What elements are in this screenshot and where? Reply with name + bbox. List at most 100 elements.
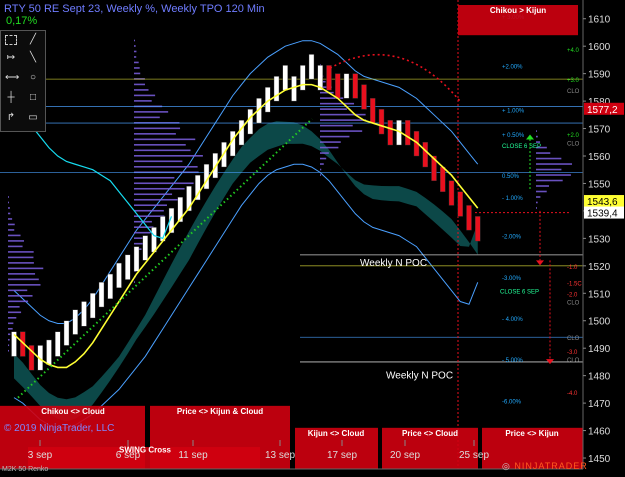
percent-level-label: - 5.00% xyxy=(502,358,523,364)
weekly-poc-label: Weekly N POC xyxy=(360,258,427,269)
weekly-poc-label: Weekly N POC xyxy=(386,370,453,381)
profile-week1-bar xyxy=(8,196,9,198)
x-tick-label: 25 sep xyxy=(459,450,489,461)
profile-week3-bar xyxy=(320,163,324,165)
edge-level-label: -1.5C xyxy=(567,281,582,287)
y-tick-label: 1550 xyxy=(588,179,611,190)
candle-9 xyxy=(90,293,96,319)
profile-week1-bar xyxy=(8,229,15,231)
profile-week2-bar xyxy=(134,204,167,207)
price-tag-label: 1539,4 xyxy=(587,209,618,220)
profile-week4-bar xyxy=(536,179,563,182)
profile-week2-bar xyxy=(134,226,154,228)
candle-11 xyxy=(107,273,113,299)
signal-price-kijun-label: Price <> Kijun xyxy=(505,429,558,438)
edge-level-label: -3.0 xyxy=(567,350,578,356)
y-tick-label: 1590 xyxy=(588,70,611,81)
y-tick-label: 1520 xyxy=(588,262,611,273)
candle-36 xyxy=(326,65,332,91)
arrow-line-icon[interactable]: ↱ xyxy=(5,112,17,124)
profile-week4-bar xyxy=(536,135,538,138)
ellipse-icon[interactable]: ○ xyxy=(27,72,39,84)
candle-52 xyxy=(466,205,472,231)
profile-week1-bar xyxy=(8,245,23,248)
profile-week1-bar xyxy=(8,207,10,209)
profile-week3-bar xyxy=(320,141,341,143)
profile-week2-bar xyxy=(134,61,139,64)
edge-level-label: CLO xyxy=(567,89,580,95)
candle-10 xyxy=(98,282,105,308)
candle-6 xyxy=(63,320,70,346)
profile-week4-bar xyxy=(536,196,541,198)
edge-level-label: CLO xyxy=(567,358,580,364)
candle-42 xyxy=(378,109,385,135)
profile-week3-bar xyxy=(320,130,363,132)
x-tick-label: 11 sep xyxy=(178,450,208,461)
rectangle-icon[interactable]: □ xyxy=(27,92,39,104)
profile-week2-bar xyxy=(134,89,149,91)
down-arrow-icon xyxy=(536,260,544,266)
y-tick-label: 1480 xyxy=(588,372,611,383)
percent-level-label: + 0.50% xyxy=(502,133,525,139)
profile-week4-bar xyxy=(536,185,549,187)
candle-12 xyxy=(116,262,122,288)
candle-41 xyxy=(370,98,376,124)
percent-level-label: 0.50% xyxy=(502,174,520,180)
percent-level-label: + 1.00% xyxy=(502,108,525,114)
profile-week4-bar xyxy=(536,174,571,176)
signal-price-kijun-cloud-label: Price <> Kijun & Cloud xyxy=(177,407,263,416)
extended-line-icon[interactable]: ┼ xyxy=(5,92,17,104)
edge-level-label: +3.0 xyxy=(567,78,580,84)
y-tick-label: 1570 xyxy=(588,125,611,136)
profile-week4-bar xyxy=(536,168,562,171)
profile-week1-bar xyxy=(8,311,22,314)
edge-level-label: +4.0 xyxy=(567,48,580,54)
profile-week2-bar xyxy=(134,155,203,157)
candle-50 xyxy=(448,180,455,206)
ninjatrader-logo: ◎ NINJATRADER xyxy=(502,461,588,471)
candle-7 xyxy=(72,309,78,335)
candle-27 xyxy=(247,109,253,135)
ray-icon[interactable]: ↦ xyxy=(5,52,17,64)
candle-15 xyxy=(142,235,148,261)
profile-week3-bar xyxy=(320,124,353,127)
series-type: M2K 50 Renko xyxy=(2,466,49,473)
horizontal-line-icon[interactable]: ⟷ xyxy=(5,72,19,84)
edge-level-label: CLO xyxy=(567,141,580,147)
edge-level-label: -4.0 xyxy=(567,391,578,397)
signal-price-cloud-label: Price <> Cloud xyxy=(402,429,458,438)
price-chart[interactable]: + 3.00%+2.00%+ 1.00%+ 0.50%0.50%- 1.00%-… xyxy=(0,0,625,477)
profile-week1-bar xyxy=(8,327,13,330)
profile-week4-bar xyxy=(536,190,547,193)
profile-week1-bar xyxy=(8,256,34,259)
draw-line-icon[interactable]: ╱ xyxy=(27,34,39,46)
profile-week1-bar xyxy=(8,306,20,308)
y-tick-label: 1450 xyxy=(588,454,611,465)
y-tick-label: 1600 xyxy=(588,42,611,53)
profile-week1-bar xyxy=(8,262,34,264)
upper-band xyxy=(13,40,479,324)
profile-week2-bar xyxy=(134,94,156,97)
profile-week2-bar xyxy=(134,281,135,283)
candle-39 xyxy=(352,73,358,99)
profile-week1-bar xyxy=(8,295,33,297)
profile-week2-bar xyxy=(134,160,183,163)
indicator-lines xyxy=(13,54,479,399)
region-icon[interactable]: ▭ xyxy=(27,112,39,124)
trend-line-icon[interactable]: ╲ xyxy=(27,52,39,64)
profile-week2-bar xyxy=(134,39,135,42)
profile-week3-bar xyxy=(320,119,367,121)
select-tool-icon[interactable] xyxy=(5,35,17,45)
logo-part-a: NINJA xyxy=(514,461,545,471)
percent-level-label: -2.00% xyxy=(502,235,522,241)
percent-level-label: -6.00% xyxy=(502,399,522,405)
profile-week2-bar xyxy=(134,72,141,75)
profile-week3-bar xyxy=(320,174,321,176)
profile-week1-bar xyxy=(8,333,11,336)
price-axis: 1450146014701480149015001510152015301540… xyxy=(582,0,625,477)
logo-part-b: TRADER xyxy=(544,461,588,471)
profile-week1-bar xyxy=(8,240,25,242)
profile-week2-bar xyxy=(134,187,185,190)
candle-4 xyxy=(46,339,52,365)
up-arrow-icon xyxy=(526,134,534,140)
